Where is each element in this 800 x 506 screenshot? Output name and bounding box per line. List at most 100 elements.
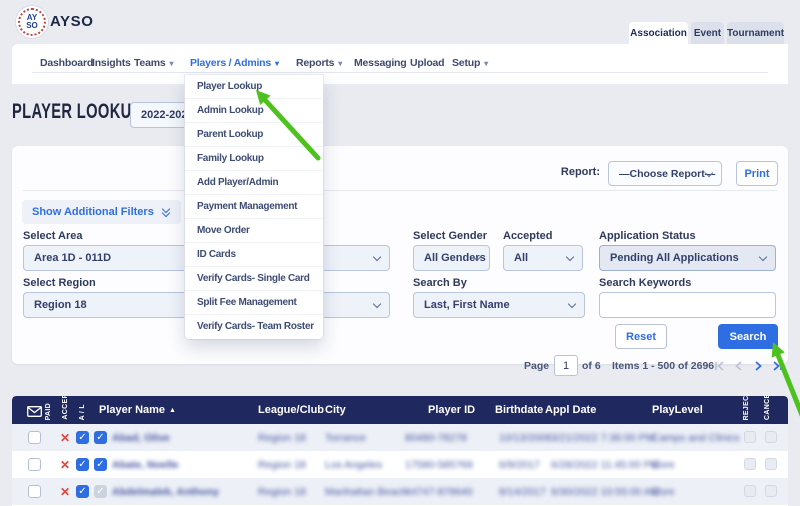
- player-id: 80480-78278: [405, 432, 467, 444]
- paid-cross-icon: ✕: [58, 485, 72, 499]
- search-keywords-input[interactable]: [599, 292, 776, 318]
- menu-item-payment-management[interactable]: Payment Management: [185, 195, 323, 219]
- cancel-checkbox[interactable]: [765, 431, 777, 443]
- appl-date: 6/28/2022 11:45:00 PM: [551, 459, 659, 471]
- players-admins-dropdown-menu: Player Lookup Admin Lookup Parent Lookup…: [185, 75, 323, 339]
- column-header-paid: PAID: [45, 403, 59, 420]
- reject-checkbox[interactable]: [744, 431, 756, 443]
- nav-messaging[interactable]: Messaging: [354, 57, 406, 69]
- menu-item-verify-cards-single[interactable]: Verify Cards- Single Card: [185, 267, 323, 291]
- league-club: Region 18: [258, 486, 306, 498]
- reject-checkbox[interactable]: [744, 458, 756, 470]
- reset-button[interactable]: Reset: [615, 324, 667, 349]
- table-row: ✕ ✓ ✓ Abate, Noelle Region 18 Los Angele…: [12, 451, 788, 478]
- cancel-checkbox[interactable]: [765, 485, 777, 497]
- tab-event[interactable]: Event: [691, 22, 724, 44]
- first-page-icon[interactable]: [712, 359, 728, 373]
- play-level: Camps and Clinics: [652, 432, 740, 444]
- nav-reports[interactable]: Reports▾: [296, 57, 342, 69]
- menu-item-verify-cards-roster[interactable]: Verify Cards- Team Roster: [185, 315, 323, 339]
- caret-down-icon: ▾: [484, 59, 488, 68]
- items-count-label: Items 1 - 500 of 2696: [612, 360, 714, 372]
- nav-insights[interactable]: Insights: [92, 57, 131, 69]
- select-gender[interactable]: All Genders: [413, 245, 490, 271]
- next-page-icon[interactable]: [750, 359, 766, 373]
- application-status-label: Application Status: [599, 230, 696, 242]
- column-header-player-name[interactable]: Player Name▲: [99, 404, 176, 416]
- chevron-down-icon: [373, 300, 381, 308]
- chevron-down-icon: [566, 253, 574, 261]
- menu-item-player-lookup[interactable]: Player Lookup: [185, 75, 323, 99]
- birthdate: 8/14/2017: [499, 486, 546, 498]
- page-of-label: of 6: [582, 360, 601, 372]
- player-id: 44747-878640: [405, 486, 473, 498]
- accepted-select[interactable]: All: [503, 245, 583, 271]
- select-area-label: Select Area: [23, 230, 83, 242]
- nav-divider: [32, 72, 768, 73]
- column-header-al: A / L: [79, 404, 93, 420]
- row-select-checkbox[interactable]: [28, 458, 41, 471]
- caret-down-icon: ▾: [275, 59, 279, 68]
- league-club: Region 18: [258, 432, 306, 444]
- accept-checkbox[interactable]: ✓: [76, 458, 89, 471]
- report-select[interactable]: —Choose Report—: [608, 161, 722, 186]
- menu-item-parent-lookup[interactable]: Parent Lookup: [185, 123, 323, 147]
- page-label: Page: [524, 360, 549, 372]
- print-button[interactable]: Print: [736, 161, 778, 186]
- column-header-play-level: PlayLevel: [652, 404, 703, 416]
- menu-item-id-cards[interactable]: ID Cards: [185, 243, 323, 267]
- last-page-icon[interactable]: [769, 359, 785, 373]
- chevron-down-icon: [373, 253, 381, 261]
- tab-tournament[interactable]: Tournament: [727, 22, 784, 44]
- table-header-row: PAID ACCEPT A / L Player Name▲ League/Cl…: [12, 396, 788, 424]
- previous-page-icon[interactable]: [731, 359, 747, 373]
- player-id: 17580-585769: [405, 459, 473, 471]
- table-row: ✕ ✓ ✓ Abdelmalek, Anthony Region 18 Manh…: [12, 478, 788, 505]
- search-by-select[interactable]: Last, First Name: [413, 292, 585, 318]
- table-row: ✕ ✓ ✓ Abad, Olive Region 18 Torrance 804…: [12, 424, 788, 451]
- city: Torrance: [325, 432, 366, 444]
- menu-item-admin-lookup[interactable]: Admin Lookup: [185, 99, 323, 123]
- nav-setup[interactable]: Setup▾: [452, 57, 488, 69]
- city: Los Angeles: [325, 459, 382, 471]
- search-button[interactable]: Search: [718, 324, 778, 349]
- nav-players-admins[interactable]: Players / Admins▾: [190, 57, 279, 69]
- column-header-appl-date: Appl Date: [545, 404, 596, 416]
- show-additional-filters-button[interactable]: Show Additional Filters: [22, 200, 181, 224]
- menu-item-add-player-admin[interactable]: Add Player/Admin: [185, 171, 323, 195]
- city: Manhattan Beach: [325, 486, 407, 498]
- column-header-accept: ACCEPT: [62, 396, 76, 420]
- ayso-admin-screen: AYSO AYSO Association Event Tournament D…: [0, 0, 800, 506]
- accept-checkbox[interactable]: ✓: [76, 431, 89, 444]
- cancel-checkbox[interactable]: [765, 458, 777, 470]
- player-name[interactable]: Abad, Olive: [112, 432, 170, 444]
- column-header-reject: REJECT: [743, 396, 757, 420]
- accept-checkbox[interactable]: ✓: [76, 485, 89, 498]
- page-number-input[interactable]: [554, 355, 578, 376]
- menu-item-split-fee-management[interactable]: Split Fee Management: [185, 291, 323, 315]
- page-title: PLAYER LOOKUP: [12, 100, 142, 124]
- nav-dashboard[interactable]: Dashboard: [40, 57, 93, 69]
- row-select-checkbox[interactable]: [28, 485, 41, 498]
- player-name[interactable]: Abate, Noelle: [112, 459, 179, 471]
- application-status-select[interactable]: Pending All Applications: [599, 245, 776, 271]
- nav-teams[interactable]: Teams▾: [134, 57, 173, 69]
- menu-item-family-lookup[interactable]: Family Lookup: [185, 147, 323, 171]
- chevron-down-icon: [759, 253, 767, 261]
- play-level: Core: [652, 459, 675, 471]
- appl-date: 3/21/2022 7:36:00 PM: [551, 432, 654, 444]
- column-header-league-club: League/Club: [258, 404, 324, 416]
- column-header-birthdate: Birthdate: [495, 404, 543, 416]
- play-level: Core: [652, 486, 675, 498]
- league-club: Region 18: [258, 459, 306, 471]
- al-checkbox[interactable]: ✓: [94, 431, 107, 444]
- paid-cross-icon: ✕: [58, 458, 72, 472]
- player-name[interactable]: Abdelmalek, Anthony: [112, 486, 219, 498]
- reject-checkbox[interactable]: [744, 485, 756, 497]
- menu-item-move-order[interactable]: Move Order: [185, 219, 323, 243]
- tab-association[interactable]: Association: [629, 22, 688, 44]
- nav-upload[interactable]: Upload: [410, 57, 444, 69]
- column-header-player-id: Player ID: [428, 404, 475, 416]
- row-select-checkbox[interactable]: [28, 431, 41, 444]
- al-checkbox[interactable]: ✓: [94, 458, 107, 471]
